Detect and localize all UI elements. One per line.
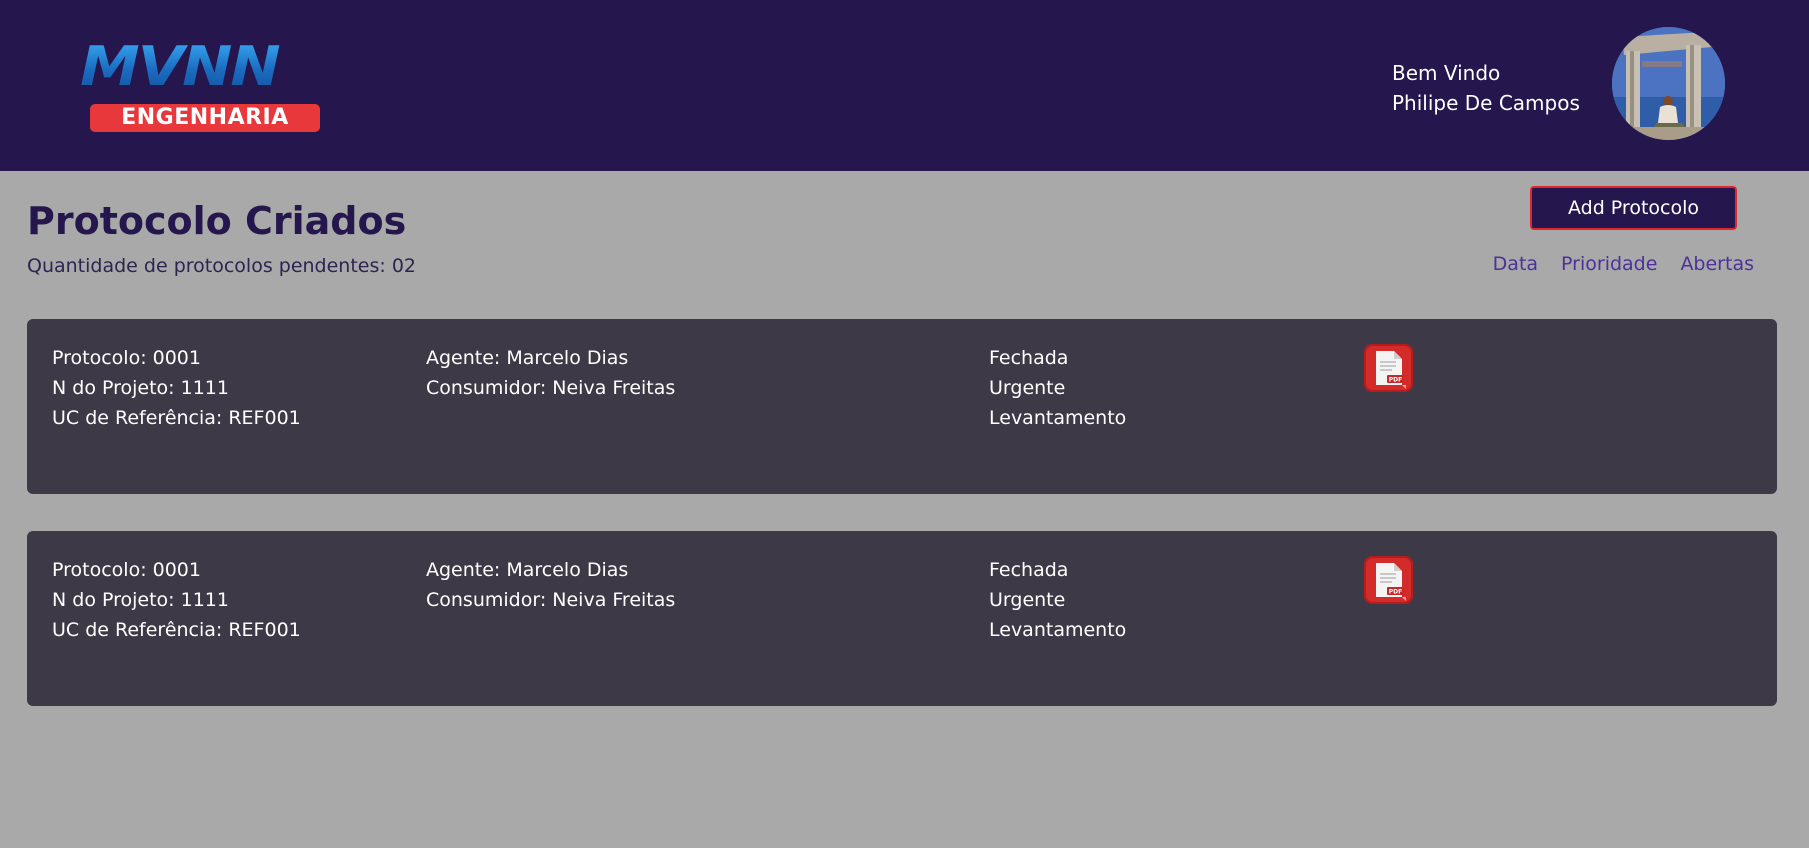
svg-text:PDF: PDF [1389, 589, 1402, 596]
priority-label: Urgente [989, 377, 1066, 399]
project-number: N do Projeto: 1111 [52, 589, 229, 611]
logo-subtitle: ENGENHARIA [90, 104, 320, 132]
welcome-block: Bem Vindo Philipe De Campos [1392, 58, 1592, 118]
agent-name: Agente: Marcelo Dias [426, 347, 629, 369]
protocol-info: Protocolo: 0001 N do Projeto: 1111 UC de… [52, 555, 301, 645]
status-label: Fechada [989, 347, 1069, 369]
reference-uc: UC de Referência: REF001 [52, 619, 301, 641]
top-header: MVNN ENGENHARIA Bem Vindo Philipe De Cam… [0, 0, 1809, 171]
filter-prioridade[interactable]: Prioridade [1561, 250, 1657, 278]
logo-wordmark: MVNN [80, 40, 324, 94]
protocol-info: Protocolo: 0001 N do Projeto: 1111 UC de… [52, 343, 301, 433]
protocol-people: Agente: Marcelo Dias Consumidor: Neiva F… [426, 343, 675, 403]
reference-uc: UC de Referência: REF001 [52, 407, 301, 429]
priority-label: Urgente [989, 589, 1066, 611]
protocol-number: Protocolo: 0001 [52, 347, 201, 369]
status-label: Fechada [989, 559, 1069, 581]
protocol-status: Fechada Urgente Levantamento [989, 555, 1126, 645]
type-label: Levantamento [989, 407, 1127, 429]
protocol-people: Agente: Marcelo Dias Consumidor: Neiva F… [426, 555, 675, 615]
pdf-icon[interactable]: PDF [1364, 344, 1413, 392]
avatar-photo [1612, 27, 1725, 140]
pending-count: Quantidade de protocolos pendentes: 02 [27, 255, 416, 277]
user-avatar[interactable] [1612, 27, 1725, 140]
svg-text:PDF: PDF [1389, 377, 1402, 384]
add-protocol-button[interactable]: Add Protocolo [1530, 186, 1737, 230]
page-title: Protocolo Criados [27, 199, 407, 243]
consumer-name: Consumidor: Neiva Freitas [426, 589, 676, 611]
protocol-card[interactable]: Protocolo: 0001 N do Projeto: 1111 UC de… [27, 531, 1777, 706]
user-name: Philipe De Campos [1392, 91, 1580, 115]
welcome-label: Bem Vindo [1392, 61, 1501, 85]
filter-abertas[interactable]: Abertas [1680, 250, 1754, 278]
pdf-icon[interactable]: PDF [1364, 556, 1413, 604]
filter-data[interactable]: Data [1493, 250, 1538, 278]
company-logo[interactable]: MVNN ENGENHARIA [80, 40, 324, 132]
protocol-number: Protocolo: 0001 [52, 559, 201, 581]
consumer-name: Consumidor: Neiva Freitas [426, 377, 676, 399]
type-label: Levantamento [989, 619, 1127, 641]
project-number: N do Projeto: 1111 [52, 377, 229, 399]
protocol-status: Fechada Urgente Levantamento [989, 343, 1126, 433]
filter-links: Data Prioridade Abertas [1493, 250, 1754, 278]
protocol-card[interactable]: Protocolo: 0001 N do Projeto: 1111 UC de… [27, 319, 1777, 494]
agent-name: Agente: Marcelo Dias [426, 559, 629, 581]
